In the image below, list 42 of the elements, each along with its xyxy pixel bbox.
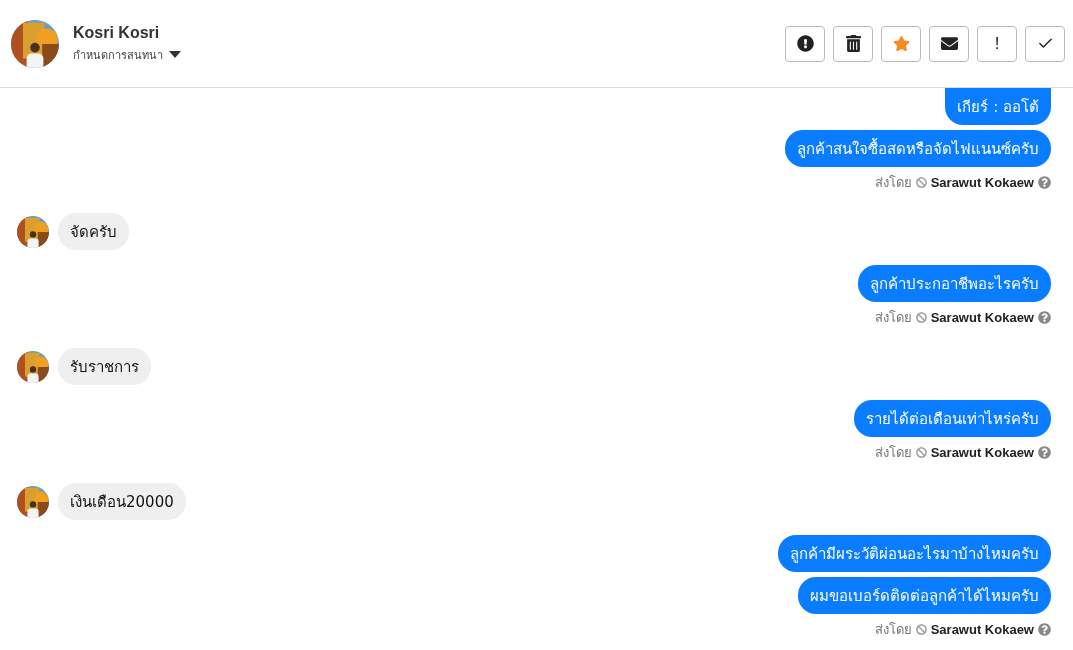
sent-by-label: ส่งโดย bbox=[874, 310, 912, 325]
trash-button[interactable] bbox=[833, 25, 873, 62]
sender-name: Sarawut Kokaew bbox=[930, 445, 1034, 460]
message-bubble: เกียร์ : ออโต้ bbox=[945, 88, 1051, 125]
avatar bbox=[17, 350, 49, 383]
conversation-dropdown[interactable]: กำหนดการสนทนา bbox=[73, 45, 771, 64]
sender-name: Sarawut Kokaew bbox=[930, 175, 1034, 190]
message-bubble: ลูกค้ามีผระวัติผ่อนอะไรมาบ้างไหมครับ bbox=[778, 535, 1051, 572]
help-icon[interactable] bbox=[1038, 176, 1051, 189]
mail-button[interactable] bbox=[929, 25, 969, 62]
message-bubble: ลูกค้าประกอาชีพอะไรครับ bbox=[858, 265, 1051, 302]
sent-by-label: ส่งโดย bbox=[874, 445, 912, 460]
sender-name: Sarawut Kokaew bbox=[930, 310, 1034, 325]
blocked-icon bbox=[915, 447, 927, 458]
caret-icon bbox=[169, 50, 181, 59]
avatar bbox=[17, 485, 49, 518]
help-icon[interactable] bbox=[1038, 311, 1051, 324]
message-bubble: เงินเดือน20000 bbox=[58, 483, 186, 520]
exclamation-button[interactable]: ! bbox=[977, 25, 1017, 62]
avatar bbox=[11, 19, 59, 68]
message-bubble: รายได้ต่อเดือนเท่าไหร่ครับ bbox=[854, 400, 1051, 437]
contact-name: Kosri Kosri bbox=[73, 23, 161, 42]
message-bubble: จัดครับ bbox=[58, 213, 129, 250]
message-bubble: รับราชการ bbox=[58, 348, 151, 385]
envelope-icon bbox=[940, 35, 958, 52]
alert-icon bbox=[796, 35, 814, 52]
alert-button[interactable] bbox=[785, 25, 825, 62]
star-button[interactable] bbox=[881, 25, 921, 62]
star-icon bbox=[892, 35, 910, 52]
message-bubble: ผมขอเบอร์ดติดต่อลูกค้าได้ไหมครับ bbox=[798, 577, 1051, 614]
blocked-icon bbox=[915, 177, 927, 188]
blocked-icon bbox=[915, 624, 927, 635]
sent-by-label: ส่งโดย bbox=[874, 175, 912, 190]
sender-name: Sarawut Kokaew bbox=[930, 622, 1034, 637]
help-icon[interactable] bbox=[1038, 446, 1051, 459]
avatar bbox=[17, 215, 49, 248]
sent-by-label: ส่งโดย bbox=[874, 622, 912, 637]
check-button[interactable] bbox=[1025, 25, 1065, 62]
message-bubble: ลูกค้าสนใจซื้อสดหรือจัดไฟแนนซ์ครับ bbox=[785, 130, 1051, 167]
blocked-icon bbox=[915, 312, 927, 323]
help-icon[interactable] bbox=[1038, 623, 1051, 636]
trash-icon bbox=[844, 35, 862, 52]
